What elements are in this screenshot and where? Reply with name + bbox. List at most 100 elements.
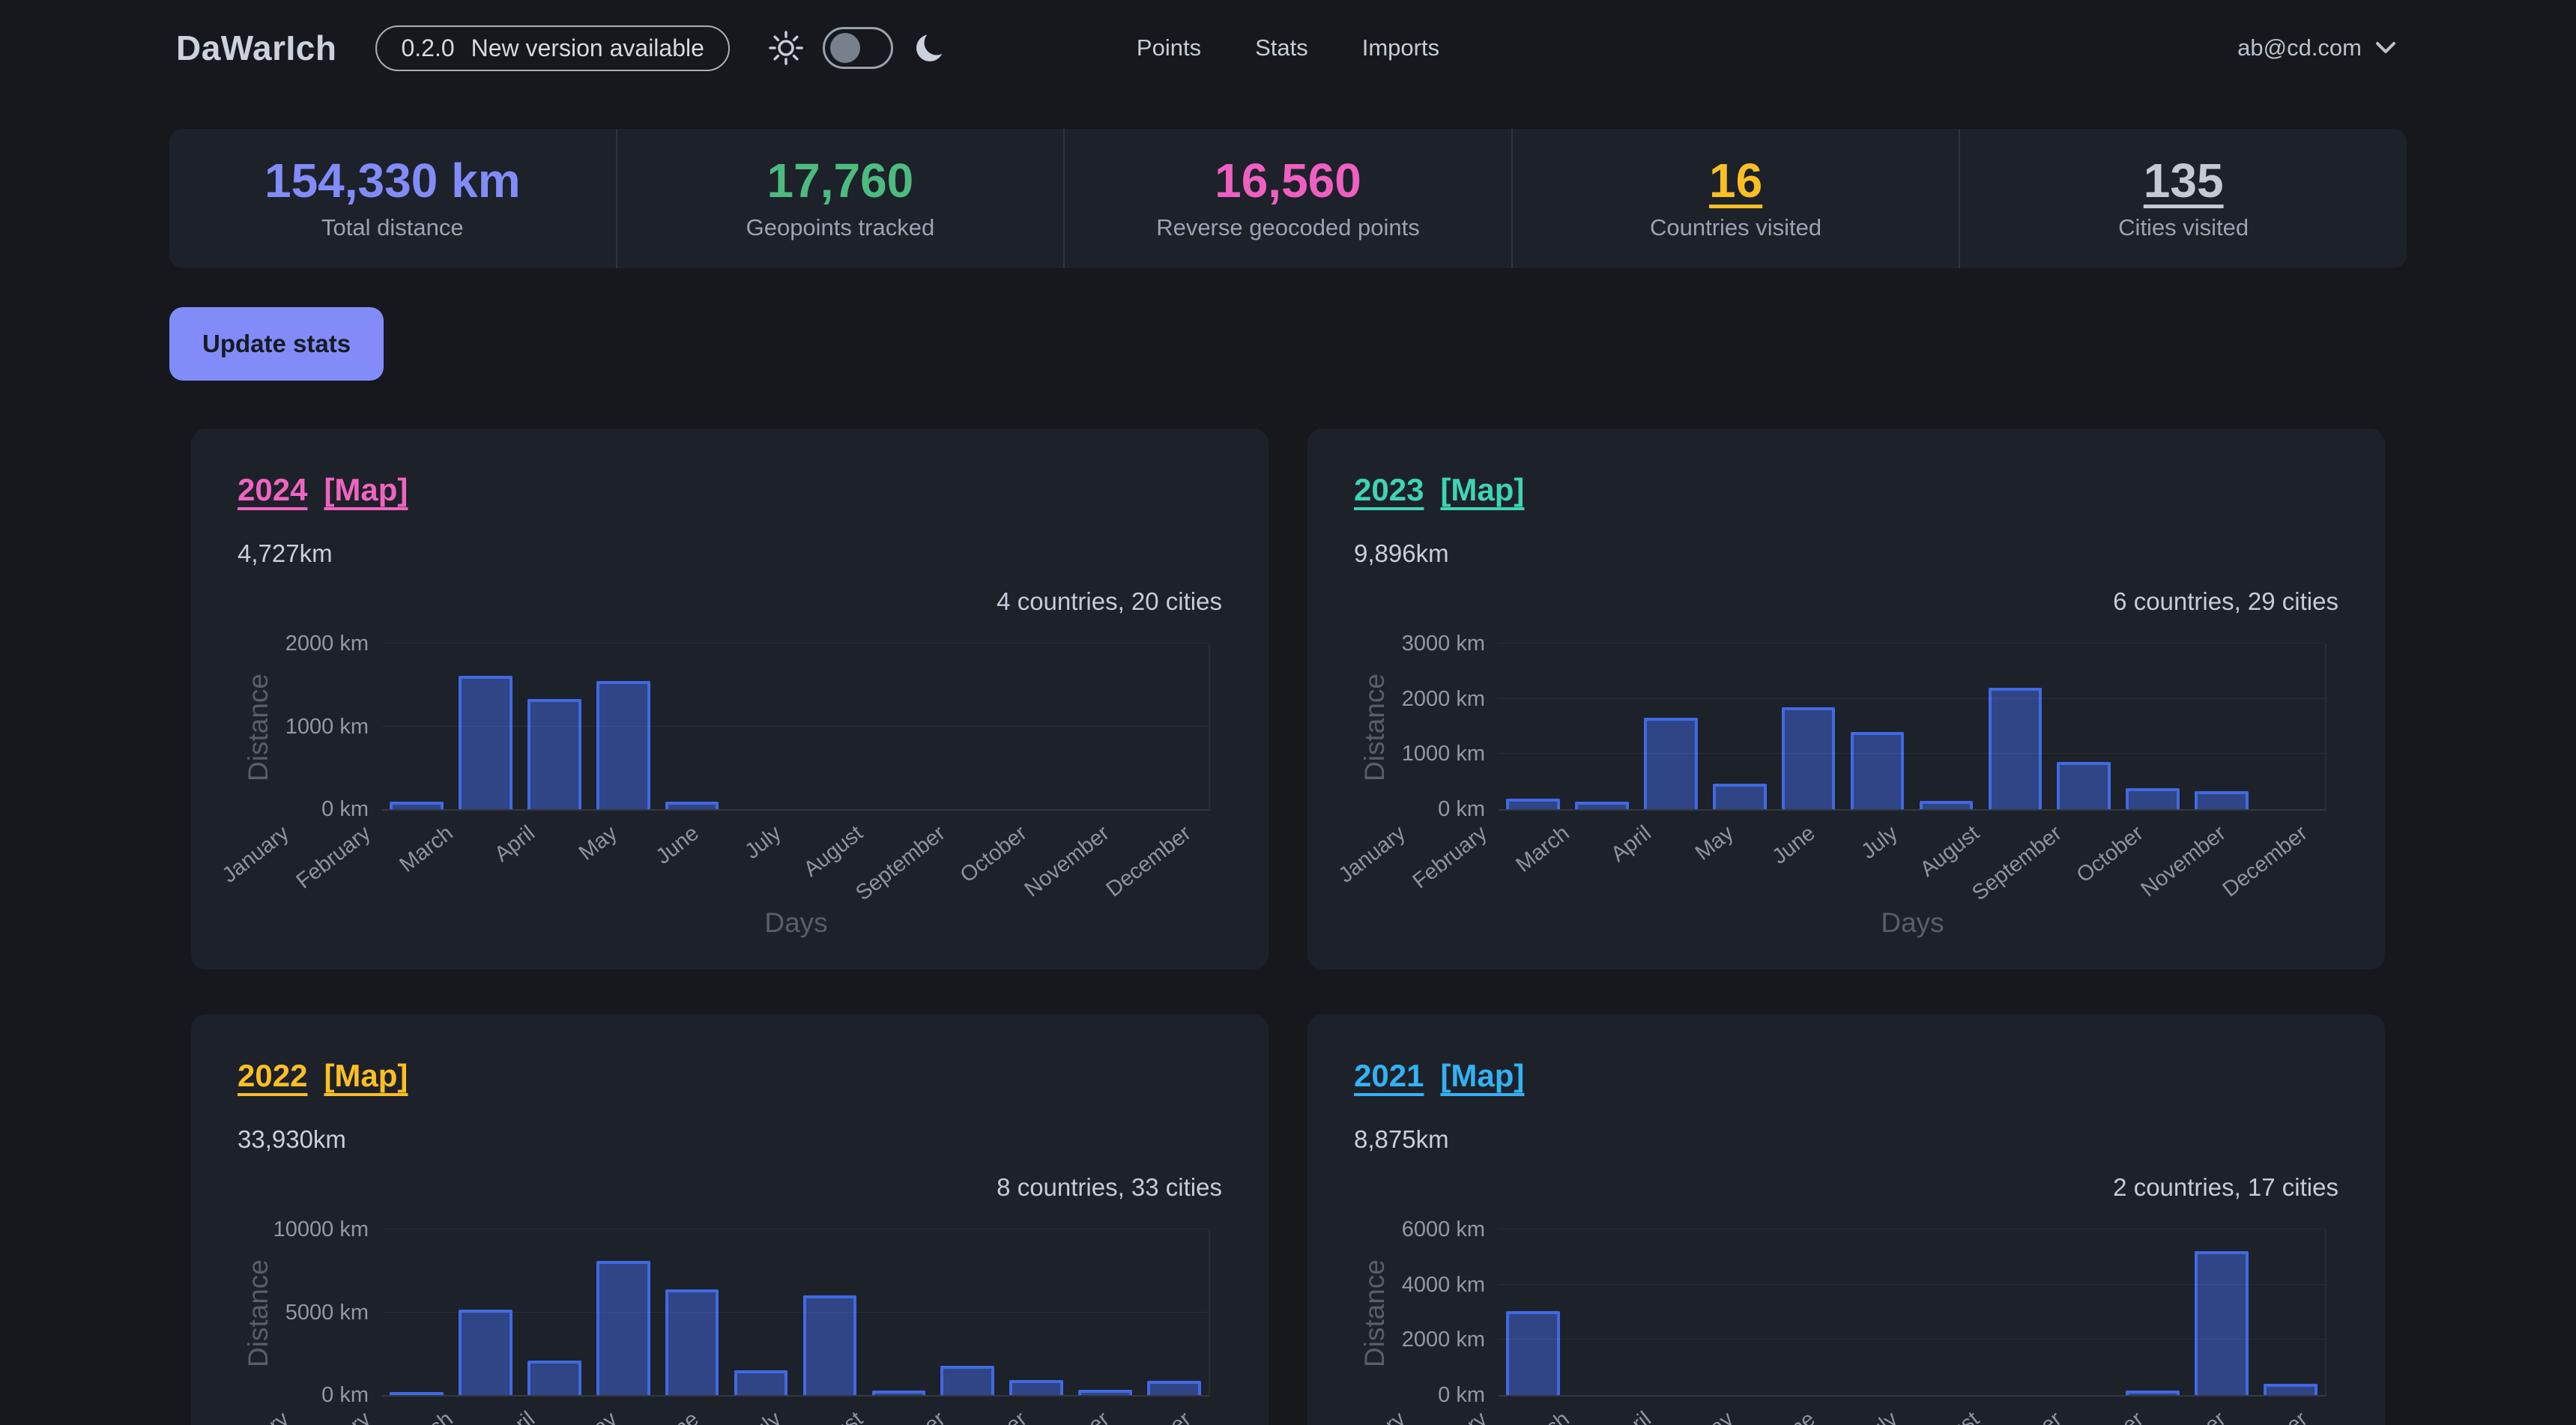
chart-bar [390,1392,444,1395]
chart-bar [1782,707,1836,809]
chart-y-tick-label: 6000 km [1402,1218,1485,1241]
nav-imports[interactable]: Imports [1362,34,1439,61]
chart-x-labels: JanuaryFebruaryMarchAprilMayJuneJulyAugu… [1354,1407,2338,1425]
chart-x-tick-label: November [1020,821,1114,902]
year-link-2021[interactable]: 2021 [1354,1058,1424,1094]
chart-bar-slot [864,644,933,809]
chart-y-tick-label: 1000 km [1402,742,1485,765]
chart-bar-slot [1499,1229,1567,1395]
chart-bar-slot [1705,1229,1774,1395]
chart-y-tick-label: 0 km [321,798,369,820]
chart-x-tick-label: September [1968,821,2066,906]
chart-x-tick-label: May [1691,821,1738,866]
map-link-2023[interactable]: [Map] [1440,472,1524,508]
chart-x-tick-label: July [1857,1407,1902,1425]
chart-x-tick-label: February [292,821,376,894]
year-bar-chart: Distance 0 km1000 km2000 km3000 km Janua… [1354,644,2338,951]
chart-x-tick-label: September [851,821,950,906]
chart-bar-slot [796,644,865,809]
update-stats-button[interactable]: Update stats [169,307,384,381]
chart-bar [2264,1384,2318,1395]
chart-bar [1575,802,1629,809]
chart-bar [872,1391,926,1395]
chart-bar-slot [2256,644,2325,809]
chart-plot-area: 0 km1000 km2000 km [382,644,1210,811]
year-countries-cities: 2 countries, 17 cities [2113,1173,2338,1202]
chart-y-tick-label: 3000 km [1402,632,1485,655]
chart-bar [459,1310,513,1395]
chart-x-tick-label: January [1334,1407,1410,1425]
year-link-2024[interactable]: 2024 [238,472,307,508]
user-menu[interactable]: ab@cd.com [2237,0,2396,96]
chart-x-tick-label: April [1607,821,1657,868]
chart-x-tick-label: May [575,1407,622,1425]
chart-bar-slot [2118,644,2187,809]
chart-x-tick-label: March [395,1407,458,1425]
year-bar-chart: Distance 0 km5000 km10000 km JanuaryFebr… [238,1229,1222,1425]
stat-countries-visited: 16 Countries visited [1511,129,1959,268]
chart-bar [390,802,444,809]
app-logo[interactable]: DaWarIch [176,28,336,68]
chart-bar [1009,1380,1063,1395]
year-bar-chart: Distance 0 km2000 km4000 km6000 km Janua… [1354,1229,2338,1425]
chart-gridline [382,643,1209,644]
chart-bars [1499,644,2325,809]
stat-cities-visited-label: Cities visited [2118,214,2249,241]
chart-plot-area: 0 km2000 km4000 km6000 km [1499,1229,2326,1397]
chart-bar [2126,1391,2180,1395]
chart-gridline [382,726,1209,727]
nav-points[interactable]: Points [1137,34,1201,61]
user-email: ab@cd.com [2237,34,2362,61]
map-link-2024[interactable]: [Map] [324,472,408,508]
chart-x-labels: JanuaryFebruaryMarchAprilMayJuneJulyAugu… [1354,821,2338,911]
theme-toggle[interactable] [823,27,893,69]
stat-geopoints-label: Geopoints tracked [746,214,935,241]
chart-bar-slot [451,644,520,809]
year-card-2022: 2022 [Map] 33,930km 8 countries, 33 citi… [191,1014,1269,1425]
chart-x-tick-label: March [395,821,458,878]
chart-bar-slot [2118,1229,2187,1395]
chart-x-tick-label: November [2136,821,2231,902]
chart-y-tick-label: 2000 km [285,632,369,655]
stat-geopoints: 17,760 Geopoints tracked [616,129,1064,268]
chart-bar-slot [589,644,658,809]
stat-cities-visited-value[interactable]: 135 [2144,156,2224,206]
chart-x-tick-label: January [217,821,294,889]
chart-y-tick-label: 0 km [321,1384,369,1406]
theme-toggle-knob [830,33,860,63]
map-link-2021[interactable]: [Map] [1440,1058,1524,1094]
summary-stats-bar: 154,330 km Total distance 17,760 Geopoin… [169,129,2407,268]
chart-bar-slot [933,644,1002,809]
chart-x-tick-label: June [1768,821,1821,870]
chart-bar [1713,784,1767,809]
chart-x-tick-label: January [217,1407,294,1425]
chart-x-tick-label: July [740,1407,786,1425]
chart-bar-slot [1140,644,1209,809]
chart-bar-slot [1567,644,1636,809]
chart-bar [1644,718,1698,809]
chart-bar [1506,1311,1560,1395]
stat-countries-visited-value[interactable]: 16 [1709,156,1762,206]
chart-x-tick-label: October [956,821,1032,889]
chart-bar-slot [1774,644,1843,809]
chart-bar-slot [1912,644,1981,809]
chart-bar-slot [796,1229,865,1395]
nav-stats[interactable]: Stats [1255,34,1308,61]
year-link-2023[interactable]: 2023 [1354,472,1424,508]
version-badge[interactable]: 0.2.0 New version available [375,25,729,71]
chart-bar-slot [1912,1229,1981,1395]
chart-bar-slot [1843,644,1912,809]
year-link-2022[interactable]: 2022 [238,1058,307,1094]
chart-bar [734,1370,788,1395]
chart-y-axis-title: Distance [243,1259,274,1367]
chart-bar [1147,1381,1201,1395]
chart-x-tick-label: December [1102,821,1197,902]
year-card-2021: 2021 [Map] 8,875km 2 countries, 17 citie… [1307,1014,2385,1425]
chart-bar-slot [2187,1229,2256,1395]
map-link-2022[interactable]: [Map] [324,1058,408,1094]
chart-bar-slot [933,1229,1002,1395]
chart-y-tick-label: 4000 km [1402,1274,1485,1296]
chart-x-tick-label: November [2136,1407,2231,1425]
year-bar-chart: Distance 0 km1000 km2000 km JanuaryFebru… [238,644,1222,951]
chart-bar [803,1295,857,1395]
